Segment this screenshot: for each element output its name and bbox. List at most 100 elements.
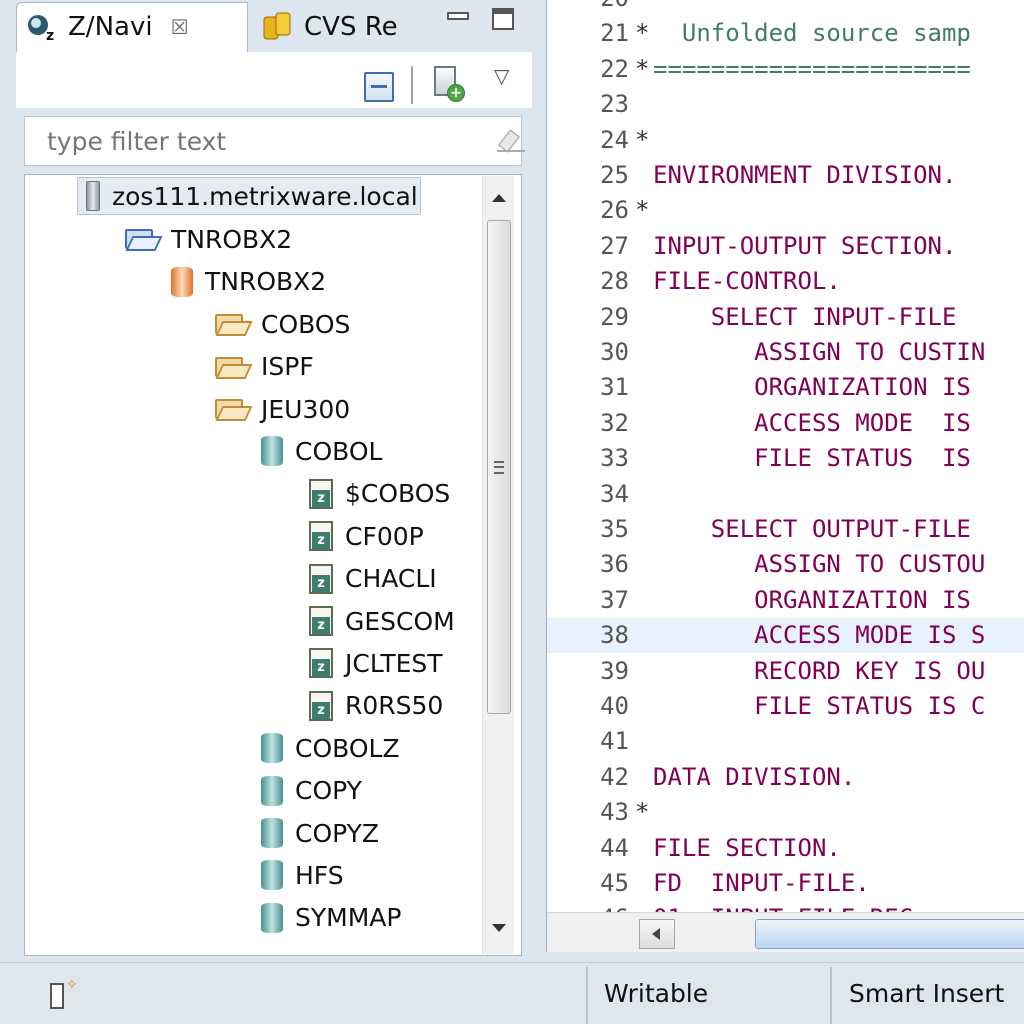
status-bar: ✧ Writable Smart Insert bbox=[0, 962, 1024, 1024]
comment-indicator: * bbox=[635, 196, 650, 225]
open-folder-blue-icon bbox=[125, 227, 163, 252]
new-connection-icon[interactable]: + bbox=[432, 66, 466, 104]
code-text: ====================== bbox=[653, 54, 971, 83]
code-line[interactable]: 32 ACCESS MODE IS bbox=[547, 406, 1024, 441]
code-line[interactable]: 29 SELECT INPUT-FILE bbox=[547, 300, 1024, 335]
tree-item[interactable]: HFS bbox=[261, 855, 344, 895]
tree-item[interactable]: z R0RS50 bbox=[309, 686, 443, 726]
comment-indicator: * bbox=[635, 19, 650, 48]
code-line[interactable]: 38 ACCESS MODE IS S bbox=[547, 618, 1024, 654]
tree-item[interactable]: z CHACLI bbox=[309, 559, 437, 599]
tree-item[interactable]: zos111.metrixware.local bbox=[77, 177, 421, 215]
editor-area[interactable]: 2021* Unfolded source samp22*===========… bbox=[546, 0, 1024, 952]
comment-indicator: * bbox=[635, 798, 650, 827]
znavi-view: z Z/Navi ☒ CVS Re + ▽ zos111.metrixware bbox=[0, 0, 538, 962]
code-line[interactable]: 43 * bbox=[547, 795, 1024, 830]
tree-item[interactable]: COPYZ bbox=[261, 813, 379, 853]
scroll-down-arrow-icon[interactable] bbox=[492, 924, 506, 932]
tree-item[interactable]: COPY bbox=[261, 771, 362, 811]
scrollbar-thumb[interactable] bbox=[487, 220, 511, 714]
scrollbar-thumb[interactable] bbox=[755, 919, 1024, 949]
code-line[interactable]: 28 FILE-CONTROL. bbox=[547, 264, 1024, 299]
orange-cylinder-icon bbox=[171, 266, 193, 297]
comment-indicator: * bbox=[635, 125, 650, 154]
tree-item[interactable]: SYMMAP bbox=[261, 898, 401, 938]
writable-status: Writable bbox=[604, 979, 709, 1008]
maximize-button[interactable] bbox=[492, 8, 514, 30]
tree-item[interactable]: z JCLTEST bbox=[309, 643, 443, 683]
scroll-left-arrow-icon[interactable] bbox=[639, 919, 675, 949]
source-code[interactable]: 2021* Unfolded source samp22*===========… bbox=[547, 0, 1024, 912]
line-number: 25 bbox=[600, 161, 629, 189]
code-text: 01 INPUT-FILE-REC bbox=[653, 901, 913, 912]
line-number: 33 bbox=[600, 444, 629, 473]
project-tree: zos111.metrixware.local TNROBX2 TNROBX2 COB… bbox=[24, 174, 522, 956]
code-line[interactable]: 40 FILE STATUS IS C bbox=[547, 689, 1024, 724]
tree-item[interactable]: COBOL bbox=[261, 431, 382, 471]
open-folder-icon bbox=[215, 397, 253, 421]
scroll-up-arrow-icon[interactable] bbox=[492, 194, 506, 202]
code-line[interactable]: 22 * ====================== bbox=[547, 52, 1024, 87]
view-menu-chevron-icon[interactable]: ▽ bbox=[494, 64, 509, 88]
fast-view-icon[interactable] bbox=[50, 983, 64, 1009]
clear-filter-icon[interactable] bbox=[497, 129, 525, 153]
code-line[interactable]: 41 bbox=[547, 724, 1024, 759]
tree-item-label: zos111.metrixware.local bbox=[112, 181, 418, 211]
tree-item[interactable]: JEU300 bbox=[215, 389, 350, 429]
minimize-button[interactable] bbox=[447, 12, 469, 20]
code-line[interactable]: 46 01 INPUT-FILE-REC bbox=[547, 901, 1024, 912]
close-icon[interactable]: ☒ bbox=[171, 15, 189, 39]
tree-item-label: COPYZ bbox=[295, 818, 380, 848]
code-line[interactable]: 45 FD INPUT-FILE. bbox=[547, 866, 1024, 901]
tree-item[interactable]: COBOS bbox=[215, 304, 350, 344]
line-number: 44 bbox=[600, 833, 629, 862]
line-number: 29 bbox=[600, 302, 629, 331]
code-line[interactable]: 39 RECORD KEY IS OU bbox=[547, 654, 1024, 689]
code-line[interactable]: 37 ORGANIZATION IS bbox=[547, 583, 1024, 618]
line-number: 35 bbox=[600, 515, 629, 543]
code-line[interactable]: 36 ASSIGN TO CUSTOU bbox=[547, 547, 1024, 582]
tree-item[interactable]: z GESCOM bbox=[309, 601, 455, 641]
tree-item-label: SYMMAP bbox=[295, 903, 402, 933]
collapse-all-icon[interactable] bbox=[364, 72, 394, 102]
tree-item[interactable]: TNROBX2 bbox=[171, 262, 326, 302]
tree-item[interactable]: z $COBOS bbox=[309, 474, 450, 514]
line-number: 26 bbox=[600, 196, 629, 225]
teal-cylinder-icon bbox=[261, 818, 283, 848]
tree-item[interactable]: z CF00P bbox=[309, 516, 424, 556]
tree-item-label: COBOS bbox=[261, 309, 351, 339]
z-file-icon: z bbox=[309, 648, 333, 679]
code-line[interactable]: 24 * bbox=[547, 123, 1024, 158]
tree-item[interactable]: ISPF bbox=[215, 347, 314, 387]
tree-item-label: CF00P bbox=[345, 521, 424, 551]
code-text: FILE STATUS IS C bbox=[653, 692, 986, 720]
code-line[interactable]: 33 FILE STATUS IS bbox=[547, 441, 1024, 476]
code-line[interactable]: 31 ORGANIZATION IS bbox=[547, 370, 1024, 405]
tab-znavi[interactable]: z Z/Navi ☒ bbox=[26, 7, 189, 47]
code-line[interactable]: 42 DATA DIVISION. bbox=[547, 760, 1024, 795]
line-number: 37 bbox=[600, 585, 629, 614]
tree-item-label: HFS bbox=[295, 860, 344, 890]
code-line[interactable]: 20 bbox=[547, 0, 1024, 16]
code-line[interactable]: 30 ASSIGN TO CUSTIN bbox=[547, 335, 1024, 370]
code-line[interactable]: 21 * Unfolded source samp bbox=[547, 16, 1024, 51]
tree-item[interactable]: COBOLZ bbox=[261, 728, 400, 768]
tree-item[interactable]: TNROBX2 bbox=[125, 219, 292, 259]
filter-input[interactable] bbox=[25, 117, 465, 165]
code-line[interactable]: 27 INPUT-OUTPUT SECTION. bbox=[547, 229, 1024, 264]
code-line[interactable]: 26 * bbox=[547, 193, 1024, 228]
code-line[interactable]: 23 bbox=[547, 87, 1024, 122]
code-line[interactable]: 34 bbox=[547, 477, 1024, 512]
tree-item-label: TNROBX2 bbox=[171, 224, 293, 254]
code-line[interactable]: 35 SELECT OUTPUT-FILE bbox=[547, 512, 1024, 547]
line-number: 21 bbox=[600, 19, 629, 48]
server-icon bbox=[78, 181, 100, 211]
tree-item-label: COBOL bbox=[295, 436, 383, 466]
tab-cvs-repositories[interactable]: CVS Re bbox=[262, 7, 398, 47]
editor-horizontal-scrollbar[interactable] bbox=[547, 912, 1024, 952]
teal-cylinder-icon bbox=[261, 902, 283, 933]
open-folder-icon bbox=[215, 355, 253, 379]
code-line[interactable]: 25 ENVIRONMENT DIVISION. bbox=[547, 158, 1024, 193]
tree-vertical-scrollbar[interactable] bbox=[482, 176, 514, 954]
code-line[interactable]: 44 FILE SECTION. bbox=[547, 831, 1024, 866]
